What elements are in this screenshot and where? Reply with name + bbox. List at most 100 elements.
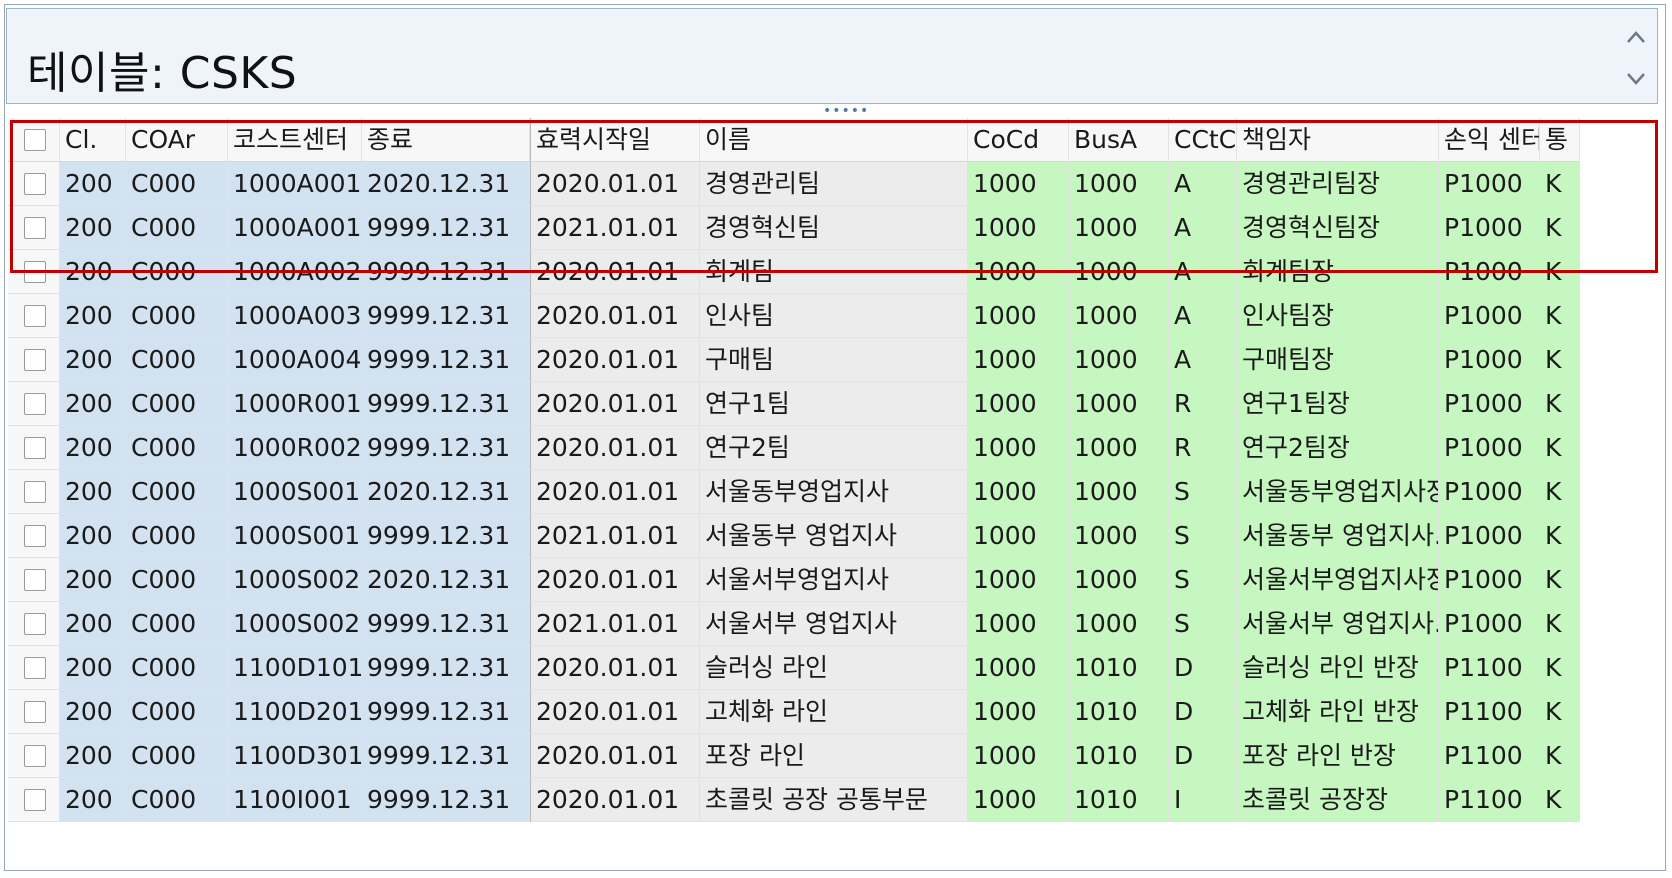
- table-row[interactable]: 200 C000 1000A001 2020.12.31 2020.01.01 경영관리팀…: [8, 162, 1670, 206]
- cell-col-business-area[interactable]: 1010: [1069, 778, 1169, 822]
- select-all-checkbox[interactable]: [24, 129, 46, 151]
- cell-col-valid-to[interactable]: 9999.12.31: [362, 338, 530, 382]
- cell-col-category[interactable]: S: [1169, 602, 1237, 646]
- table-row[interactable]: 200 C000 1000A003 9999.12.31 2020.01.01 인사팀 10…: [8, 294, 1670, 338]
- cell-col-profit-center[interactable]: P1000: [1439, 294, 1540, 338]
- cell-col-company-code[interactable]: 1000: [968, 558, 1069, 602]
- cell-col-category[interactable]: A: [1169, 162, 1237, 206]
- header-col-company-code[interactable]: CoCd: [968, 118, 1069, 162]
- cell-col-valid-from[interactable]: 2020.01.01: [530, 250, 700, 294]
- row-checkbox[interactable]: [24, 481, 46, 503]
- header-col-cost-center[interactable]: 코스트센터: [228, 118, 362, 162]
- header-col-profit-center[interactable]: 손익 센터: [1439, 118, 1540, 162]
- header-col-valid-to[interactable]: 종료: [362, 118, 530, 162]
- cell-col-category[interactable]: A: [1169, 250, 1237, 294]
- cell-col-coar[interactable]: C000: [126, 294, 228, 338]
- chevron-down-icon[interactable]: [1623, 65, 1649, 91]
- row-checkbox[interactable]: [24, 437, 46, 459]
- cell-col-cost-center[interactable]: 1000S002: [228, 602, 362, 646]
- table-row[interactable]: 200 C000 1000S001 2020.12.31 2020.01.01 서울동부영…: [8, 470, 1670, 514]
- cell-col-cost-center[interactable]: 1000S001: [228, 514, 362, 558]
- cell-col-category[interactable]: R: [1169, 426, 1237, 470]
- cell-col-currency[interactable]: K: [1540, 206, 1580, 250]
- cell-col-name[interactable]: 초콜릿 공장 공통부문: [700, 778, 968, 822]
- cell-col-client[interactable]: 200: [60, 646, 126, 690]
- cell-col-valid-to[interactable]: 9999.12.31: [362, 602, 530, 646]
- cell-col-name[interactable]: 인사팀: [700, 294, 968, 338]
- table-row[interactable]: 200 C000 1000A004 9999.12.31 2020.01.01 구매팀 10…: [8, 338, 1670, 382]
- table-row[interactable]: 200 C000 1000R002 9999.12.31 2020.01.01 연구2팀 1…: [8, 426, 1670, 470]
- cell-col-name[interactable]: 연구1팀: [700, 382, 968, 426]
- cell-col-currency[interactable]: K: [1540, 646, 1580, 690]
- cell-col-valid-from[interactable]: 2021.01.01: [530, 206, 700, 250]
- cell-col-client[interactable]: 200: [60, 470, 126, 514]
- cell-col-coar[interactable]: C000: [126, 602, 228, 646]
- cell-col-coar[interactable]: C000: [126, 426, 228, 470]
- cell-col-valid-from[interactable]: 2020.01.01: [530, 778, 700, 822]
- cell-col-name[interactable]: 서울동부영업지사: [700, 470, 968, 514]
- cell-col-coar[interactable]: C000: [126, 558, 228, 602]
- cell-col-client[interactable]: 200: [60, 514, 126, 558]
- cell-col-name[interactable]: 연구2팀: [700, 426, 968, 470]
- cell-col-client[interactable]: 200: [60, 338, 126, 382]
- cell-col-currency[interactable]: K: [1540, 470, 1580, 514]
- cell-col-valid-to[interactable]: 2020.12.31: [362, 470, 530, 514]
- row-checkbox[interactable]: [24, 349, 46, 371]
- cell-col-profit-center[interactable]: P1000: [1439, 206, 1540, 250]
- cell-col-profit-center[interactable]: P1000: [1439, 470, 1540, 514]
- cell-col-client[interactable]: 200: [60, 426, 126, 470]
- row-checkbox[interactable]: [24, 525, 46, 547]
- header-col-client[interactable]: Cl.: [60, 118, 126, 162]
- cell-col-client[interactable]: 200: [60, 294, 126, 338]
- cell-col-name[interactable]: 슬러싱 라인: [700, 646, 968, 690]
- cell-col-coar[interactable]: C000: [126, 470, 228, 514]
- chevron-up-icon[interactable]: [1623, 25, 1649, 51]
- cell-col-company-code[interactable]: 1000: [968, 206, 1069, 250]
- cell-col-cost-center[interactable]: 1100D101: [228, 646, 362, 690]
- cell-col-category[interactable]: S: [1169, 514, 1237, 558]
- cell-col-company-code[interactable]: 1000: [968, 734, 1069, 778]
- cell-col-currency[interactable]: K: [1540, 294, 1580, 338]
- cell-col-person-responsible[interactable]: 초콜릿 공장장: [1237, 778, 1439, 822]
- table-row[interactable]: 200 C000 1000A001 9999.12.31 2021.01.01 경영혁신팀…: [8, 206, 1670, 250]
- cell-col-company-code[interactable]: 1000: [968, 294, 1069, 338]
- cell-col-company-code[interactable]: 1000: [968, 250, 1069, 294]
- cell-col-coar[interactable]: C000: [126, 382, 228, 426]
- cell-col-client[interactable]: 200: [60, 206, 126, 250]
- header-col-category[interactable]: CCtC: [1169, 118, 1237, 162]
- cell-col-cost-center[interactable]: 1000A003: [228, 294, 362, 338]
- cell-col-category[interactable]: D: [1169, 646, 1237, 690]
- row-checkbox[interactable]: [24, 789, 46, 811]
- cell-col-category[interactable]: R: [1169, 382, 1237, 426]
- cell-col-category[interactable]: A: [1169, 338, 1237, 382]
- cell-col-company-code[interactable]: 1000: [968, 602, 1069, 646]
- cell-col-valid-to[interactable]: 9999.12.31: [362, 778, 530, 822]
- cell-col-coar[interactable]: C000: [126, 338, 228, 382]
- row-checkbox[interactable]: [24, 745, 46, 767]
- cell-col-valid-from[interactable]: 2020.01.01: [530, 294, 700, 338]
- cell-col-coar[interactable]: C000: [126, 206, 228, 250]
- cell-col-business-area[interactable]: 1000: [1069, 162, 1169, 206]
- cell-col-client[interactable]: 200: [60, 250, 126, 294]
- cell-col-name[interactable]: 서울서부 영업지사: [700, 602, 968, 646]
- cell-col-client[interactable]: 200: [60, 382, 126, 426]
- cell-col-profit-center[interactable]: P1000: [1439, 382, 1540, 426]
- cell-col-valid-from[interactable]: 2020.01.01: [530, 470, 700, 514]
- cell-col-valid-from[interactable]: 2021.01.01: [530, 602, 700, 646]
- cell-col-category[interactable]: S: [1169, 558, 1237, 602]
- cell-col-cost-center[interactable]: 1000R001: [228, 382, 362, 426]
- cell-col-profit-center[interactable]: P1000: [1439, 558, 1540, 602]
- cell-col-valid-from[interactable]: 2020.01.01: [530, 338, 700, 382]
- cell-col-client[interactable]: 200: [60, 162, 126, 206]
- cell-col-category[interactable]: S: [1169, 470, 1237, 514]
- cell-col-valid-from[interactable]: 2020.01.01: [530, 558, 700, 602]
- table-row[interactable]: 200 C000 1000R001 9999.12.31 2020.01.01 연구1팀 1…: [8, 382, 1670, 426]
- cell-col-valid-from[interactable]: 2020.01.01: [530, 734, 700, 778]
- row-checkbox[interactable]: [24, 217, 46, 239]
- cell-col-person-responsible[interactable]: 인사팀장: [1237, 294, 1439, 338]
- cell-col-company-code[interactable]: 1000: [968, 470, 1069, 514]
- cell-col-profit-center[interactable]: P1100: [1439, 646, 1540, 690]
- cell-col-valid-to[interactable]: 9999.12.31: [362, 514, 530, 558]
- header-col-person-responsible[interactable]: 책임자: [1237, 118, 1439, 162]
- cell-col-currency[interactable]: K: [1540, 558, 1580, 602]
